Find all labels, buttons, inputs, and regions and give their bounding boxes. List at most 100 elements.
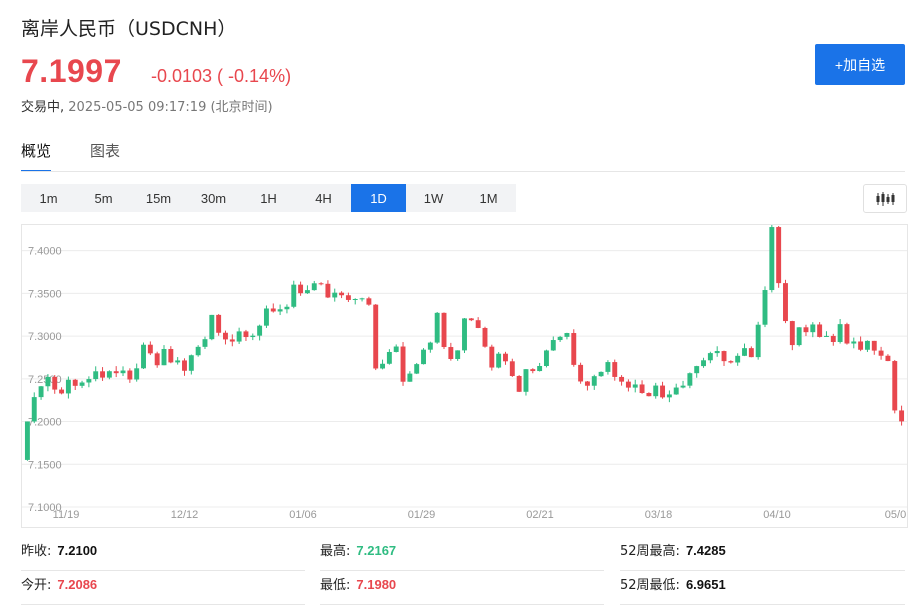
candle-body: [311, 283, 317, 291]
candle-body: [482, 327, 488, 347]
stat-high: 最高: 7.2167: [320, 538, 604, 571]
candle-body: [277, 309, 283, 312]
x-tick-label: 12/12: [171, 509, 199, 521]
stat-open: 今开: 7.2086: [21, 572, 305, 605]
candle-body: [175, 360, 181, 363]
page-title: 离岸人民币（USDCNH）: [21, 18, 237, 40]
high-label: 最高:: [320, 544, 351, 559]
period-1d[interactable]: 1D: [351, 184, 406, 212]
period-1h[interactable]: 1H: [241, 184, 296, 212]
candle-body: [345, 295, 351, 300]
candle-body: [550, 340, 556, 351]
x-tick-label: 03/18: [645, 509, 673, 521]
tab-chart[interactable]: 图表: [90, 140, 120, 172]
candle-body: [24, 421, 30, 460]
x-tick-label: 01/06: [289, 509, 317, 521]
candle-body: [591, 376, 597, 386]
candle-body: [578, 364, 584, 382]
candle-body: [598, 371, 604, 377]
candle-body: [291, 284, 297, 307]
y-tick-label: 7.3000: [28, 331, 62, 343]
period-selector: 1m 5m 15m 30m 1H 4H 1D 1W 1M: [21, 184, 516, 212]
x-tick-label: 01/29: [408, 509, 436, 521]
candle-body: [65, 379, 71, 394]
candle-body: [147, 344, 153, 354]
candle-body: [100, 371, 105, 378]
candle-body: [803, 327, 809, 333]
high52-label: 52周最高:: [620, 544, 680, 559]
candle-body: [858, 341, 864, 350]
tab-overview[interactable]: 概览: [21, 140, 52, 172]
current-price: 7.1997: [21, 53, 122, 89]
candle-body: [209, 314, 215, 340]
candle-body: [373, 304, 379, 369]
candle-body: [38, 386, 44, 398]
candle-body: [223, 332, 228, 340]
low52-value: 6.9651: [685, 577, 726, 592]
candle-body: [448, 347, 454, 359]
candle-body: [680, 385, 686, 388]
prev-close-value: 7.2100: [57, 543, 98, 558]
stat-52w-high: 52周最高: 7.4285: [620, 538, 905, 571]
add-watchlist-button[interactable]: +加自选: [815, 44, 905, 85]
candle-body: [113, 371, 119, 374]
candle-body: [653, 385, 659, 397]
candle-body: [52, 376, 58, 390]
high-value: 7.2167: [356, 543, 397, 558]
candle-body: [352, 299, 358, 301]
candle-body: [386, 351, 392, 364]
candle-body: [120, 370, 126, 374]
y-tick-label: 7.4000: [28, 246, 62, 258]
x-tick-label: 02/21: [526, 509, 554, 521]
x-tick-label: 11/19: [53, 509, 80, 521]
candle-body: [325, 283, 331, 298]
candle-body: [93, 371, 99, 380]
low52-label: 52周最低:: [620, 578, 680, 593]
timestamp: 2025-05-05 09:17:19 (北京时间): [68, 100, 273, 115]
period-5m[interactable]: 5m: [76, 184, 131, 212]
candle-body: [701, 360, 706, 367]
candle-body: [619, 376, 625, 382]
period-1mo[interactable]: 1M: [461, 184, 516, 212]
candle-body: [755, 324, 761, 358]
open-label: 今开:: [21, 578, 52, 593]
price-change: -0.0103 ( -0.14%): [151, 66, 292, 86]
candle-body: [851, 341, 857, 344]
candle-body: [45, 376, 51, 387]
period-1m[interactable]: 1m: [21, 184, 76, 212]
candle-body: [59, 389, 65, 394]
period-4h[interactable]: 4H: [296, 184, 351, 212]
prev-close-label: 昨收:: [21, 544, 52, 559]
candle-body: [632, 384, 638, 388]
candle-body: [263, 308, 269, 326]
candle-body: [796, 327, 802, 346]
stat-prev-close: 昨收: 7.2100: [21, 538, 305, 571]
candle-body: [414, 364, 420, 374]
candle-body: [789, 321, 795, 346]
candle-body: [468, 318, 474, 321]
low-label: 最低:: [320, 578, 351, 593]
candle-body: [810, 324, 816, 333]
candle-body: [229, 339, 235, 342]
candle-body: [625, 381, 631, 388]
chart-type-button[interactable]: [863, 184, 907, 213]
candle-body: [899, 410, 905, 422]
candlestick-icon: [876, 191, 895, 206]
y-tick-label: 7.3500: [28, 288, 62, 300]
candle-body: [304, 290, 310, 294]
candle-body: [72, 379, 78, 386]
candle-body: [127, 370, 133, 380]
candle-body: [666, 394, 672, 398]
period-1w[interactable]: 1W: [406, 184, 461, 212]
candle-body: [762, 290, 768, 325]
candle-body: [530, 369, 536, 372]
chart-area[interactable]: 7.1000 7.1500 7.2000 7.2500 7.3000 7.3500 7.40…: [21, 222, 908, 528]
candle-body: [516, 375, 522, 392]
period-30m[interactable]: 30m: [186, 184, 241, 212]
status-label: 交易中,: [21, 100, 65, 115]
candle-body: [496, 353, 502, 368]
candle-body: [824, 335, 829, 337]
period-15m[interactable]: 15m: [131, 184, 186, 212]
candle-body: [830, 335, 836, 342]
candle-body: [571, 333, 577, 365]
